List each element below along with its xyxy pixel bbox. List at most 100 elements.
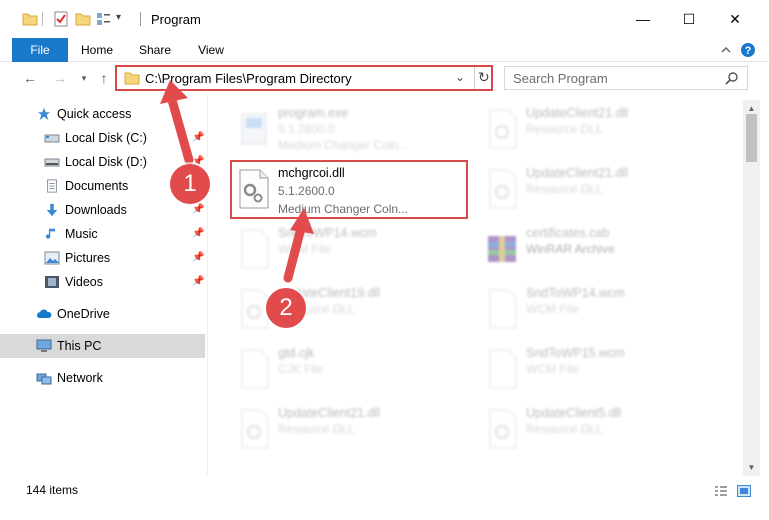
sidebar-item-this-pc[interactable]: This PC [0, 334, 205, 358]
properties-icon[interactable] [53, 11, 69, 27]
file-item[interactable]: certificates.cab WinRAR Archive [478, 220, 718, 278]
step-2-badge: 2 [266, 288, 306, 328]
file-name: SndToWP14.wcm [526, 286, 625, 300]
close-button[interactable]: ✕ [712, 0, 758, 38]
file-item[interactable]: UpdateClient21.dll Resource DLL [478, 160, 718, 218]
file-description: Medium Changer Coln... [278, 138, 409, 152]
file-item[interactable]: SndToWP14.wcm WCM File [478, 280, 718, 338]
pin-icon[interactable]: 📌 [192, 252, 204, 263]
file-name: UpdateClient21.dll [278, 406, 381, 420]
sidebar-item-label: Videos [65, 275, 103, 289]
folder-icon[interactable] [22, 11, 38, 27]
address-bar[interactable]: C:\Program Files\Program Directory ⌄ ↻ [115, 65, 493, 91]
scroll-thumb[interactable] [746, 114, 757, 162]
sidebar-item-quick-access[interactable]: Quick access [0, 102, 205, 126]
sidebar-item-label: Network [57, 371, 103, 385]
search-input[interactable]: Search Program [504, 66, 748, 90]
dll-icon [489, 169, 517, 209]
file-icon [489, 349, 517, 389]
file-version: 5.1.2600.0 [278, 122, 335, 136]
tab-share[interactable]: Share [132, 38, 178, 62]
large-icons-view-icon[interactable] [737, 485, 751, 497]
file-item[interactable]: UpdateClient21.dll Resource DLL [478, 100, 718, 158]
archive-icon [488, 236, 516, 262]
downloads-icon [46, 203, 58, 217]
sidebar-item-label: Music [65, 227, 98, 241]
pin-icon[interactable]: 📌 [192, 132, 204, 143]
recent-locations-icon[interactable]: ▾ [74, 68, 94, 88]
file-item[interactable]: UpdateClient21.dll Resource DLL [230, 400, 470, 458]
status-bar: 144 items [0, 476, 769, 504]
file-type: WinRAR Archive [526, 242, 615, 256]
expand-ribbon-icon[interactable] [718, 42, 734, 58]
sidebar-item-videos[interactable]: Videos 📌 [0, 270, 205, 294]
file-name: certificates.cab [526, 226, 610, 240]
dll-icon [489, 109, 517, 149]
title-bar: ▾ Program — ☐ ✕ [0, 0, 769, 38]
tab-home[interactable]: Home [74, 38, 120, 62]
sidebar-item-network[interactable]: Network [0, 366, 205, 390]
videos-icon [45, 276, 59, 288]
vertical-scrollbar[interactable]: ▲ ▼ [743, 100, 760, 476]
pin-icon[interactable]: 📌 [192, 228, 204, 239]
tab-file[interactable]: File [12, 38, 68, 62]
file-item[interactable]: SndToWP14.wcm WCM File [230, 220, 470, 278]
file-icon [241, 229, 269, 269]
drive-icon [44, 134, 60, 143]
minimize-button[interactable]: — [620, 0, 666, 38]
file-name: UpdateClient21.dll [526, 166, 629, 180]
folder-icon [124, 72, 140, 85]
file-type: Resource DLL [526, 122, 603, 136]
sidebar-item-label: Quick access [57, 107, 132, 121]
sidebar-item-label: Local Disk (D:) [65, 155, 147, 169]
sidebar-item-label: This PC [57, 339, 102, 353]
address-path: C:\Program Files\Program Directory [145, 71, 352, 86]
music-icon [45, 228, 56, 239]
pin-icon[interactable]: 📌 [192, 204, 204, 215]
sidebar-item-label: OneDrive [57, 307, 110, 321]
dropdown-arrow-icon[interactable]: ▾ [116, 12, 121, 23]
navigation-bar: ← → ▾ ↑ C:\Program Files\Program Directo… [0, 62, 769, 94]
sidebar-item-pictures[interactable]: Pictures 📌 [0, 246, 205, 270]
search-icon[interactable] [725, 71, 739, 85]
forward-arrow-icon[interactable]: → [50, 68, 70, 88]
scroll-down-icon[interactable]: ▼ [743, 459, 760, 476]
up-arrow-icon[interactable]: ↑ [94, 68, 114, 88]
item-count: 144 items [26, 483, 79, 497]
file-item[interactable]: UpdateClient5.dll Resource DLL [478, 400, 718, 458]
file-item[interactable]: SndToWP15.wcm WCM File [478, 340, 718, 398]
details-view-icon[interactable] [714, 485, 728, 497]
computer-icon [36, 339, 52, 352]
ribbon-tabs: File Home Share View ? [0, 38, 769, 62]
file-type: Resource DLL [526, 422, 603, 436]
back-arrow-icon[interactable]: ← [20, 68, 40, 88]
exe-icon [241, 113, 267, 145]
file-type: WCM File [526, 302, 579, 316]
network-icon [36, 373, 52, 385]
sidebar-item-label: Documents [65, 179, 129, 193]
new-folder-icon[interactable] [75, 11, 91, 27]
file-item[interactable]: program.exe 5.1.2600.0 Medium Changer Co… [230, 100, 470, 158]
file-type: Resource DLL [278, 422, 355, 436]
file-type: WCM File [526, 362, 579, 376]
file-list: program.exe 5.1.2600.0 Medium Changer Co… [208, 94, 742, 476]
pin-icon[interactable]: 📌 [192, 276, 204, 287]
refresh-icon[interactable]: ↻ [478, 69, 490, 86]
sidebar-item-music[interactable]: Music 📌 [0, 222, 205, 246]
customize-toolbar-icon[interactable] [96, 11, 112, 27]
chevron-down-icon[interactable]: ⌄ [455, 70, 465, 84]
file-name: program.exe [278, 106, 349, 120]
sidebar-item-local-disk-c[interactable]: Local Disk (C:) 📌 [0, 126, 205, 150]
tab-view[interactable]: View [190, 38, 232, 62]
pictures-icon [44, 251, 60, 265]
file-icon [489, 289, 517, 329]
maximize-button[interactable]: ☐ [666, 0, 712, 38]
help-icon[interactable]: ? [740, 42, 756, 58]
step-1-badge: 1 [170, 164, 210, 204]
sidebar-item-downloads[interactable]: Downloads 📌 [0, 198, 205, 222]
file-item[interactable]: gtd.cjk CJK File [230, 340, 470, 398]
file-name: SndToWP15.wcm [526, 346, 625, 360]
file-type: WCM File [278, 242, 331, 256]
star-icon [37, 107, 51, 121]
sidebar-item-onedrive[interactable]: OneDrive [0, 302, 205, 326]
